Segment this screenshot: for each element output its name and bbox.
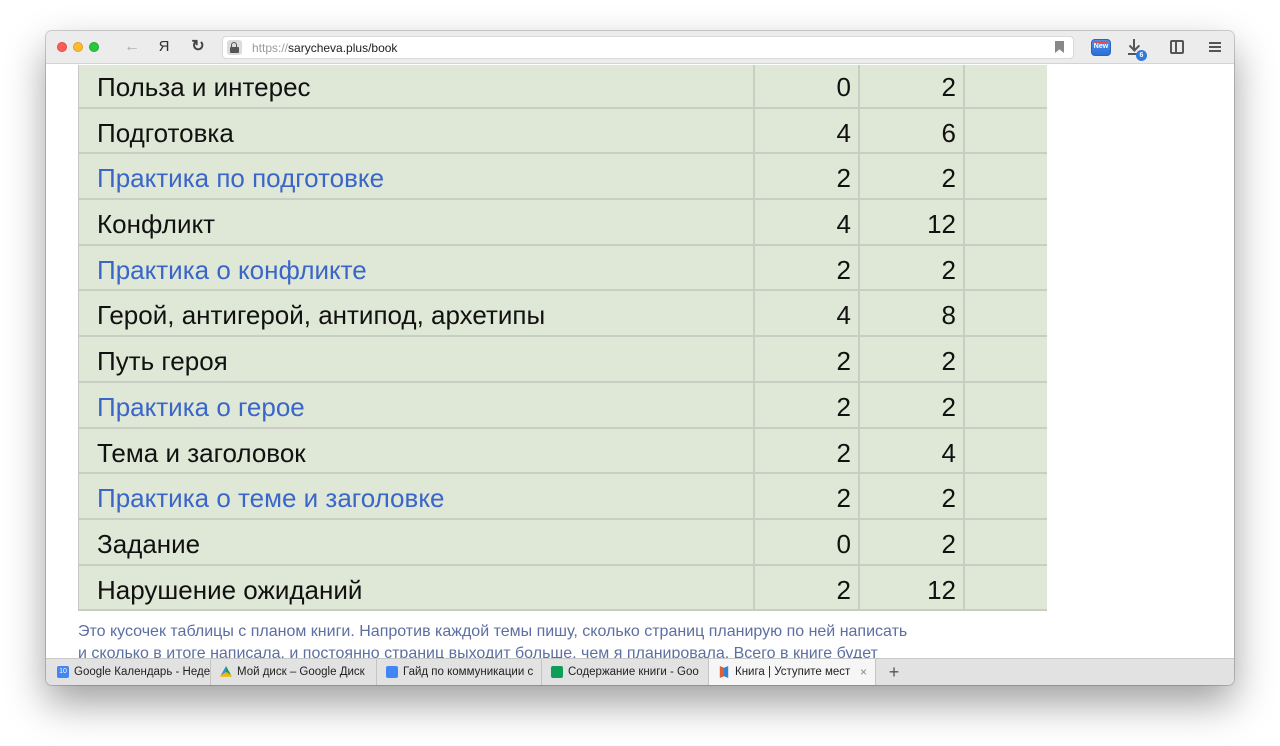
new-tab-button[interactable]: + bbox=[884, 659, 904, 685]
written-pages-cell: 12 bbox=[858, 200, 963, 244]
written-pages-cell: 2 bbox=[858, 245, 963, 290]
tab-label: Гайд по коммуникации с bbox=[403, 666, 534, 678]
planned-pages-cell: 4 bbox=[753, 108, 858, 153]
topic-cell: Польза и интерес bbox=[79, 65, 753, 107]
empty-cell bbox=[963, 428, 1048, 473]
sheets-icon bbox=[551, 666, 563, 678]
docs-icon bbox=[386, 666, 398, 678]
table-row: Польза и интерес 0 2 bbox=[79, 65, 1047, 109]
topic-cell: Конфликт bbox=[79, 200, 753, 244]
browser-tab[interactable]: Мой диск – Google Диск bbox=[211, 659, 377, 685]
topic-cell: Нарушение ожиданий bbox=[79, 565, 753, 610]
reload-icon[interactable]: ↻ bbox=[188, 37, 208, 57]
drive-icon bbox=[220, 666, 232, 677]
table-row: Конфликт 4 12 bbox=[79, 200, 1047, 246]
topic-cell[interactable]: Практика по подготовке bbox=[79, 154, 753, 199]
yandex-logo-icon[interactable]: Я bbox=[154, 37, 174, 57]
written-pages-cell: 2 bbox=[858, 154, 963, 199]
written-pages-cell: 4 bbox=[858, 428, 963, 473]
browser-toolbar: ← Я ↻ https://sarycheva.plus/book New 6 bbox=[46, 31, 1234, 64]
planned-pages-cell: 2 bbox=[753, 565, 858, 610]
browser-tab[interactable]: Книга | Уступите мест × bbox=[709, 659, 876, 685]
written-pages-cell: 2 bbox=[858, 382, 963, 427]
planned-pages-cell: 2 bbox=[753, 154, 858, 199]
tab-strip: + 10 Google Календарь - Неде Мой диск – Go… bbox=[46, 658, 1234, 685]
topic-cell[interactable]: Практика о конфликте bbox=[79, 245, 753, 290]
table-row: Практика о конфликте 2 2 bbox=[79, 245, 1048, 292]
browser-tab[interactable]: Гайд по коммуникации с bbox=[377, 659, 542, 685]
table-row: Практика о герое 2 2 bbox=[79, 382, 1048, 429]
tab-label: Книга | Уступите мест bbox=[735, 666, 851, 678]
table-row: Подготовка 4 6 bbox=[79, 108, 1048, 155]
empty-cell bbox=[963, 200, 1048, 244]
table-row: Практика по подготовке 2 2 bbox=[79, 154, 1048, 201]
written-pages-cell: 2 bbox=[858, 65, 963, 107]
table-row: Путь героя 2 2 bbox=[79, 337, 1047, 383]
zoom-window-button[interactable] bbox=[89, 42, 99, 52]
planned-pages-cell: 0 bbox=[753, 519, 858, 564]
planned-pages-cell: 2 bbox=[753, 428, 858, 473]
empty-cell bbox=[963, 154, 1048, 199]
browser-window: ← Я ↻ https://sarycheva.plus/book New 6 … bbox=[46, 31, 1234, 685]
empty-cell bbox=[963, 337, 1048, 381]
topic-cell[interactable]: Практика о герое bbox=[79, 382, 753, 427]
book-plan-table: Польза и интерес 0 2 Подготовка 4 6 Практика п… bbox=[78, 65, 1048, 612]
tab-label: Google Календарь - Неде bbox=[74, 666, 211, 678]
planned-pages-cell: 4 bbox=[753, 200, 858, 244]
empty-cell bbox=[963, 65, 1048, 107]
written-pages-cell: 8 bbox=[858, 291, 963, 336]
planned-pages-cell: 2 bbox=[753, 382, 858, 427]
empty-cell bbox=[963, 291, 1048, 336]
topic-cell: Путь героя bbox=[79, 337, 753, 381]
bookmark-icon[interactable] bbox=[1055, 41, 1064, 53]
back-arrow-icon[interactable]: ← bbox=[122, 37, 142, 57]
written-pages-cell: 6 bbox=[858, 108, 963, 153]
empty-cell bbox=[963, 382, 1048, 427]
table-row: Герой, антигерой, антипод, архетипы 4 8 bbox=[79, 291, 1048, 338]
book-icon bbox=[719, 666, 729, 678]
written-pages-cell: 2 bbox=[858, 337, 963, 381]
topic-cell[interactable]: Практика о теме и заголовке bbox=[79, 474, 753, 518]
table-row: Нарушение ожиданий 2 12 bbox=[79, 565, 1048, 612]
browser-tab[interactable]: 10 Google Календарь - Неде bbox=[48, 659, 211, 685]
page-content: Польза и интерес 0 2 Подготовка 4 6 Практика п… bbox=[46, 65, 1234, 658]
table-caption: Это кусочек таблицы с планом книги. Напр… bbox=[78, 623, 908, 658]
topic-cell: Герой, антигерой, антипод, архетипы bbox=[79, 291, 753, 336]
tab-label: Содержание книги - Goo bbox=[568, 666, 699, 678]
table-row: Тема и заголовок 2 4 bbox=[79, 428, 1048, 475]
topic-cell: Задание bbox=[79, 519, 753, 564]
empty-cell bbox=[963, 519, 1048, 564]
tab-label: Мой диск – Google Диск bbox=[237, 666, 365, 678]
address-bar[interactable]: https://sarycheva.plus/book bbox=[222, 36, 1074, 59]
sidebar-icon[interactable] bbox=[1170, 40, 1184, 54]
hamburger-menu-icon[interactable] bbox=[1209, 42, 1221, 52]
planned-pages-cell: 2 bbox=[753, 337, 858, 381]
topic-cell: Тема и заголовок bbox=[79, 428, 753, 473]
empty-cell bbox=[963, 474, 1048, 518]
new-extension-icon[interactable]: New bbox=[1091, 39, 1111, 56]
written-pages-cell: 2 bbox=[858, 519, 963, 564]
planned-pages-cell: 2 bbox=[753, 474, 858, 518]
planned-pages-cell: 0 bbox=[753, 65, 858, 107]
table-row: Задание 0 2 bbox=[79, 519, 1048, 566]
topic-cell: Подготовка bbox=[79, 108, 753, 153]
written-pages-cell: 12 bbox=[858, 565, 963, 610]
planned-pages-cell: 2 bbox=[753, 245, 858, 290]
empty-cell bbox=[963, 565, 1048, 610]
browser-tab[interactable]: Содержание книги - Goo bbox=[542, 659, 709, 685]
close-window-button[interactable] bbox=[57, 42, 67, 52]
empty-cell bbox=[963, 245, 1048, 290]
minimize-window-button[interactable] bbox=[73, 42, 83, 52]
planned-pages-cell: 4 bbox=[753, 291, 858, 336]
lock-icon[interactable] bbox=[227, 40, 242, 55]
table-row: Практика о теме и заголовке 2 2 bbox=[79, 474, 1047, 520]
download-count-badge: 6 bbox=[1136, 50, 1147, 61]
url-text: https://sarycheva.plus/book bbox=[252, 41, 398, 55]
close-tab-icon[interactable]: × bbox=[860, 659, 867, 685]
empty-cell bbox=[963, 108, 1048, 153]
written-pages-cell: 2 bbox=[858, 474, 963, 518]
calendar-icon: 10 bbox=[57, 666, 69, 678]
